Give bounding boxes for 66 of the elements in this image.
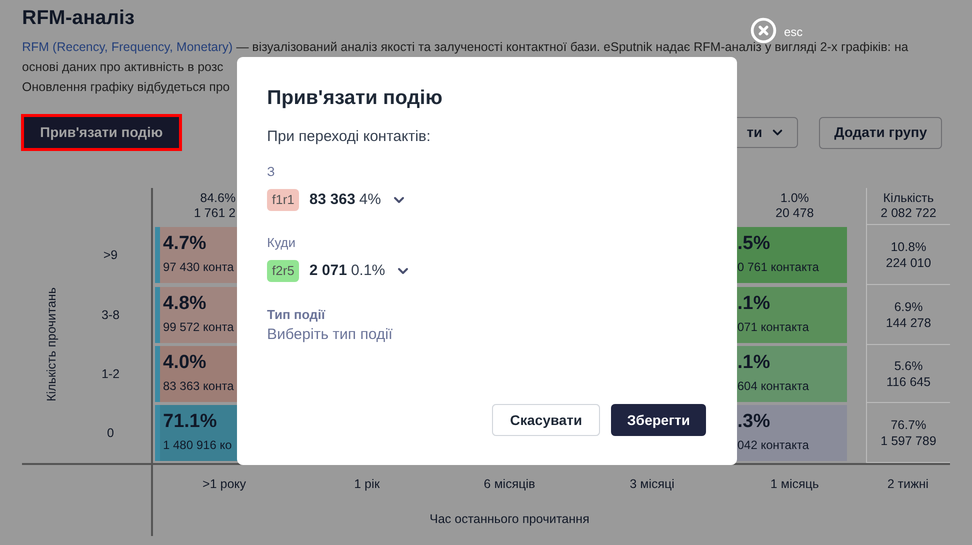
cell-accent-bar [155, 405, 160, 461]
summary-total: 116 645 [886, 374, 931, 390]
segment-count: 2 071 [309, 260, 347, 281]
column-total: 1 761 2 [194, 206, 236, 221]
cell-contacts: 97 430 конта [163, 259, 234, 275]
cell-share: .1% [737, 351, 772, 375]
segment-tag: f2r5 [267, 260, 300, 282]
cell-contacts: 604 контакта [737, 378, 809, 394]
segment-share: 4% [359, 190, 381, 210]
summary-total: 144 278 [886, 314, 932, 330]
column-share: 1.0% [780, 191, 809, 206]
bind-event-button[interactable]: Прив'язати подію [24, 117, 179, 148]
column-share: 84.6% [200, 191, 236, 206]
x-axis-tick-label: 1 рік [354, 476, 380, 493]
summary-share: 6.9% [894, 298, 923, 314]
summary-share: 10.8% [890, 238, 926, 254]
x-axis-tick-label: 3 місяці [630, 476, 674, 493]
x-axis-tick-label: 1 місяць [770, 476, 819, 493]
cell-share: 4.8% [163, 292, 208, 316]
cell-contacts: 0 761 контакта [737, 259, 819, 275]
save-button[interactable]: Зберегти [611, 404, 706, 436]
row-label: 0 [107, 424, 114, 442]
rfm-link[interactable]: RFM (Recency, Frequency, Monetary) [22, 40, 233, 54]
intro-text: RFM (Recency, Frequency, Monetary) — візуалізований аналіз якості та залученості контактної бази. eSputnik надає RFM-аналіз у вигляді 2-х графіків: на [22, 39, 910, 56]
row-label: 1-2 [101, 366, 120, 383]
cell-accent-bar [155, 227, 160, 283]
cell-share: .3% [737, 410, 772, 434]
cell-share: 4.0% [163, 351, 208, 375]
page-title: RFM-аналіз [22, 6, 135, 31]
summary-total: 224 010 [886, 254, 932, 270]
field-label: З [267, 163, 276, 181]
modal-title: Прив'язати подію [267, 86, 444, 110]
intro-text: Оновлення графіку відбудеться про [22, 79, 231, 96]
summary-share: 5.6% [894, 358, 923, 374]
cell-contacts: 071 контакта [737, 319, 809, 335]
summary-share: 76.7% [890, 416, 926, 432]
segment-count: 83 363 [309, 190, 356, 210]
y-axis-label: Кількість прочитань [44, 287, 60, 401]
close-icon[interactable] [750, 17, 777, 44]
cell-accent-bar [155, 287, 160, 343]
column-total: 20 478 [776, 206, 814, 221]
cancel-button[interactable]: Скасувати [492, 404, 600, 436]
x-axis-tick-label: 6 місяців [484, 476, 536, 493]
cell-share: .1% [737, 292, 772, 316]
cell-share: .5% [737, 232, 772, 256]
cell-accent-bar [155, 346, 160, 402]
esc-hint: esc [784, 24, 803, 41]
add-group-button[interactable]: Додати групу [819, 116, 942, 148]
segment-tag: f1r1 [267, 189, 300, 211]
x-axis-tick-label: >1 року [202, 476, 246, 493]
cell-contacts: 99 572 конта [163, 319, 234, 335]
x-axis-tick-label: 2 тижні [887, 476, 929, 493]
cell-share: 4.7% [163, 232, 208, 256]
summary-total: 1 597 789 [880, 432, 936, 448]
intro-text: основі даних про активність в розс [22, 59, 224, 76]
modal-subtitle: При переході контактів: [267, 127, 432, 147]
summary-total: 2 082 722 [880, 206, 936, 221]
cell-share: 71.1% [163, 410, 218, 434]
summary-title: Кількість [883, 191, 934, 206]
cell-contacts: 042 контакта [737, 437, 809, 453]
row-label: >9 [103, 246, 118, 264]
row-label: 3-8 [101, 306, 120, 324]
segment-share: 0.1% [350, 260, 386, 281]
x-axis-label: Час останнього прочитання [430, 511, 590, 528]
cell-contacts: 83 363 конта [163, 378, 234, 394]
cell-contacts: 1 480 916 ко [163, 437, 232, 453]
